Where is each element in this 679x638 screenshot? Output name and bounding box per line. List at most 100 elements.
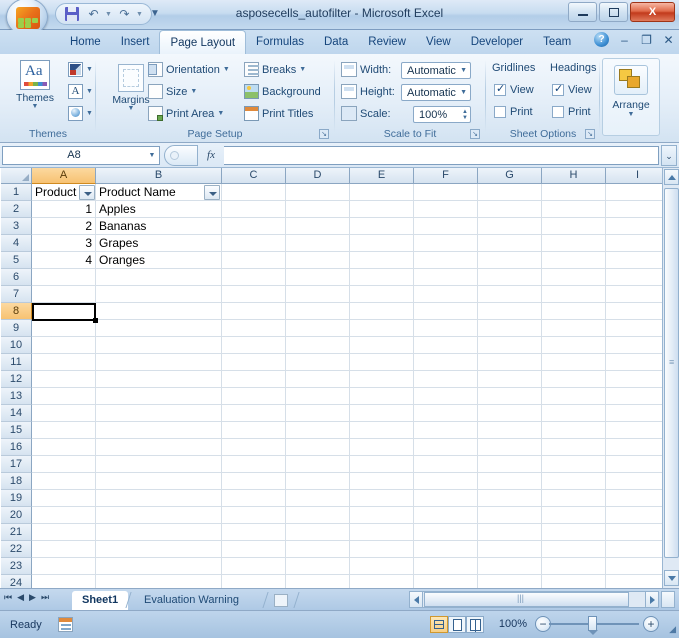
cell-D17[interactable] — [286, 456, 350, 473]
cell-E19[interactable] — [350, 490, 414, 507]
cell-A5[interactable]: 4 — [32, 252, 96, 269]
cell-G14[interactable] — [478, 405, 542, 422]
cell-I4[interactable] — [606, 235, 670, 252]
cell-C14[interactable] — [222, 405, 286, 422]
cell-D22[interactable] — [286, 541, 350, 558]
view-normal-button[interactable] — [430, 616, 448, 633]
formula-input[interactable] — [224, 145, 659, 165]
cell-H10[interactable] — [542, 337, 606, 354]
cell-H8[interactable] — [542, 303, 606, 320]
cell-H5[interactable] — [542, 252, 606, 269]
cell-I18[interactable] — [606, 473, 670, 490]
cell-H18[interactable] — [542, 473, 606, 490]
cell-G4[interactable] — [478, 235, 542, 252]
cell-B16[interactable] — [96, 439, 222, 456]
cell-E14[interactable] — [350, 405, 414, 422]
scroll-down-button[interactable] — [664, 570, 679, 586]
breaks-dropdown-icon[interactable]: ▼ — [299, 66, 306, 73]
view-page-layout-button[interactable] — [448, 616, 466, 633]
record-macro-icon[interactable] — [57, 617, 73, 632]
cell-E22[interactable] — [350, 541, 414, 558]
cell-E12[interactable] — [350, 371, 414, 388]
cell-F22[interactable] — [414, 541, 478, 558]
cell-I5[interactable] — [606, 252, 670, 269]
cell-F6[interactable] — [414, 269, 478, 286]
cell-F2[interactable] — [414, 201, 478, 218]
cell-B7[interactable] — [96, 286, 222, 303]
cell-E16[interactable] — [350, 439, 414, 456]
cell-B10[interactable] — [96, 337, 222, 354]
cell-F16[interactable] — [414, 439, 478, 456]
tab-team[interactable]: Team — [533, 30, 581, 54]
arrange-dropdown-icon[interactable]: ▼ — [628, 111, 635, 118]
cell-E10[interactable] — [350, 337, 414, 354]
cell-B23[interactable] — [96, 558, 222, 575]
cell-H4[interactable] — [542, 235, 606, 252]
cell-B20[interactable] — [96, 507, 222, 524]
zoom-level[interactable]: 100% — [499, 618, 527, 630]
cell-F13[interactable] — [414, 388, 478, 405]
cell-I14[interactable] — [606, 405, 670, 422]
cell-G20[interactable] — [478, 507, 542, 524]
minimize-button[interactable] — [568, 2, 597, 22]
column-header-b[interactable]: B — [96, 168, 222, 184]
cell-E24[interactable] — [350, 575, 414, 588]
cell-A20[interactable] — [32, 507, 96, 524]
cell-E11[interactable] — [350, 354, 414, 371]
column-header-d[interactable]: D — [286, 168, 350, 184]
row-header-7[interactable]: 7 — [1, 286, 32, 303]
breaks-button[interactable]: Breaks ▼ — [244, 62, 306, 77]
cell-F18[interactable] — [414, 473, 478, 490]
cell-I8[interactable] — [606, 303, 670, 320]
cell-C19[interactable] — [222, 490, 286, 507]
cell-C21[interactable] — [222, 524, 286, 541]
cell-A11[interactable] — [32, 354, 96, 371]
cell-A13[interactable] — [32, 388, 96, 405]
row-header-14[interactable]: 14 — [1, 405, 32, 422]
cell-B12[interactable] — [96, 371, 222, 388]
sheet-tab-sheet1[interactable]: Sheet1 — [72, 591, 129, 610]
gridlines-view-checkbox[interactable]: View — [494, 82, 534, 96]
cell-C20[interactable] — [222, 507, 286, 524]
cell-D11[interactable] — [286, 354, 350, 371]
print-titles-button[interactable]: Print Titles — [244, 106, 313, 121]
cell-A21[interactable] — [32, 524, 96, 541]
cell-G6[interactable] — [478, 269, 542, 286]
tab-developer[interactable]: Developer — [461, 30, 533, 54]
cell-H3[interactable] — [542, 218, 606, 235]
orientation-button[interactable]: Orientation ▼ — [148, 62, 230, 77]
cell-A16[interactable] — [32, 439, 96, 456]
cell-I22[interactable] — [606, 541, 670, 558]
row-header-20[interactable]: 20 — [1, 507, 32, 524]
row-header-12[interactable]: 12 — [1, 371, 32, 388]
cell-D16[interactable] — [286, 439, 350, 456]
background-button[interactable]: Background — [244, 84, 321, 99]
cell-A14[interactable] — [32, 405, 96, 422]
cell-G8[interactable] — [478, 303, 542, 320]
size-dropdown-icon[interactable]: ▼ — [190, 88, 197, 95]
cell-F3[interactable] — [414, 218, 478, 235]
print-area-button[interactable]: Print Area ▼ — [148, 106, 224, 121]
column-header-i[interactable]: I — [606, 168, 670, 184]
cell-G1[interactable] — [478, 184, 542, 201]
row-header-23[interactable]: 23 — [1, 558, 32, 575]
tab-formulas[interactable]: Formulas — [246, 30, 314, 54]
cell-B5[interactable]: Oranges — [96, 252, 222, 269]
cell-B3[interactable]: Bananas — [96, 218, 222, 235]
cell-A17[interactable] — [32, 456, 96, 473]
cell-G2[interactable] — [478, 201, 542, 218]
cell-E18[interactable] — [350, 473, 414, 490]
cell-C22[interactable] — [222, 541, 286, 558]
row-header-17[interactable]: 17 — [1, 456, 32, 473]
cell-E23[interactable] — [350, 558, 414, 575]
next-sheet-button[interactable]: ▶ — [29, 592, 36, 603]
cell-E17[interactable] — [350, 456, 414, 473]
cell-D2[interactable] — [286, 201, 350, 218]
cell-E3[interactable] — [350, 218, 414, 235]
cell-C11[interactable] — [222, 354, 286, 371]
cell-F15[interactable] — [414, 422, 478, 439]
cell-G7[interactable] — [478, 286, 542, 303]
cell-D14[interactable] — [286, 405, 350, 422]
cell-G22[interactable] — [478, 541, 542, 558]
cell-I3[interactable] — [606, 218, 670, 235]
